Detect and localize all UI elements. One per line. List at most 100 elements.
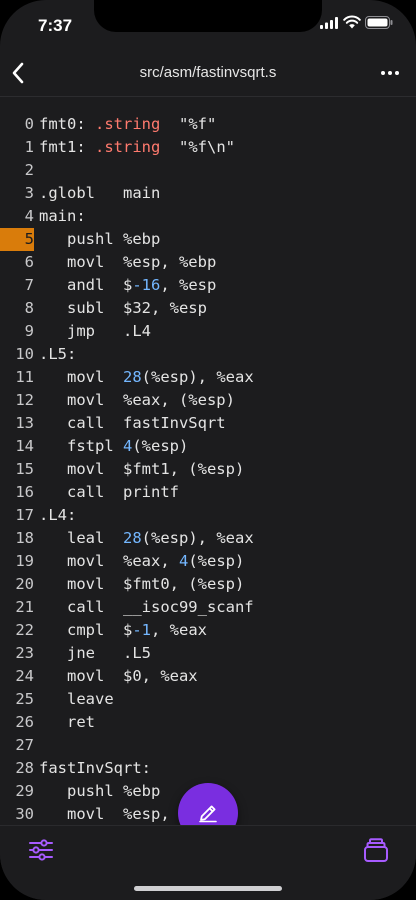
pencil-icon: [199, 805, 217, 823]
code-token: cmpl $: [39, 621, 133, 639]
ellipsis-icon[interactable]: [376, 62, 404, 84]
code-text: fastInvSqrt:: [39, 757, 151, 780]
code-token: "%f": [160, 115, 217, 133]
line-number: 16: [15, 483, 34, 501]
number-token: 28: [123, 368, 142, 386]
line-number: 7: [24, 276, 34, 294]
number-token: 4: [123, 437, 133, 455]
line-number: 25: [15, 690, 34, 708]
line-number: 20: [15, 575, 34, 593]
code-token: call fastInvSqrt: [39, 414, 226, 432]
code-line[interactable]: 22 cmpl $-1, %eax: [0, 619, 416, 642]
line-number: 19: [15, 552, 34, 570]
code-token: (%esp), %eax: [141, 368, 254, 386]
code-line[interactable]: 10 .L5:: [0, 343, 416, 366]
code-line[interactable]: 25 leave: [0, 688, 416, 711]
code-line[interactable]: 1 fmt1: .string "%f\n": [0, 136, 416, 159]
line-number: 27: [15, 736, 34, 754]
code-token: leave: [39, 690, 114, 708]
code-text: movl 28(%esp), %eax: [39, 366, 254, 389]
code-line[interactable]: 11 movl 28(%esp), %eax: [0, 366, 416, 389]
code-text: .globl main: [39, 182, 160, 205]
code-token: "%f\n": [160, 138, 235, 156]
code-line[interactable]: 0 fmt0: .string "%f": [0, 113, 416, 136]
code-line[interactable]: 8 subl $32, %esp: [0, 297, 416, 320]
code-line[interactable]: 18 leal 28(%esp), %eax: [0, 527, 416, 550]
code-token: movl $fmt1, (%esp): [39, 460, 245, 478]
code-token: (%esp): [188, 552, 245, 570]
line-number: 1: [24, 138, 34, 156]
code-token: pushl %ebp: [39, 782, 161, 800]
code-line[interactable]: 13 call fastInvSqrt: [0, 412, 416, 435]
status-time: 7:37: [38, 16, 73, 35]
line-number: 17: [15, 506, 34, 524]
code-line[interactable]: 14 fstpl 4(%esp): [0, 435, 416, 458]
code-line[interactable]: 28 fastInvSqrt:: [0, 757, 416, 780]
stack-icon[interactable]: [362, 836, 390, 864]
line-number: 26: [15, 713, 34, 731]
code-line[interactable]: 24 movl $0, %eax: [0, 665, 416, 688]
code-token: (%esp), %eax: [141, 529, 254, 547]
code-line[interactable]: 6 movl %esp, %ebp: [0, 251, 416, 274]
file-path-title: src/asm/fastinvsqrt.s: [139, 64, 277, 81]
code-text: call fastInvSqrt: [39, 412, 226, 435]
code-line[interactable]: 12 movl %eax, (%esp): [0, 389, 416, 412]
code-text: .L5:: [39, 343, 76, 366]
bottom-toolbar: [0, 825, 416, 900]
code-line[interactable]: 21 call __isoc99_scanf: [0, 596, 416, 619]
code-token: , %esp: [160, 276, 217, 294]
code-token: subl $32, %esp: [39, 299, 207, 317]
battery-icon: [365, 16, 393, 29]
code-line[interactable]: 27: [0, 734, 416, 757]
navigation-bar: src/asm/fastinvsqrt.s: [0, 50, 416, 97]
line-number: 10: [15, 345, 34, 363]
code-line[interactable]: 16 call printf: [0, 481, 416, 504]
code-text: movl %eax, 4(%esp): [39, 550, 244, 573]
code-line[interactable]: 2: [0, 159, 416, 182]
code-token: .L5:: [39, 345, 77, 363]
signal-icon: [320, 17, 338, 29]
code-token: fmt0:: [39, 115, 95, 133]
code-text: movl $fmt1, (%esp): [39, 458, 244, 481]
line-number: 9: [24, 322, 34, 340]
code-line[interactable]: 17 .L4:: [0, 504, 416, 527]
code-text: subl $32, %esp: [39, 297, 207, 320]
home-indicator: [134, 886, 282, 891]
line-number: 13: [15, 414, 34, 432]
code-line[interactable]: 23 jne .L5: [0, 642, 416, 665]
keyword-token: .string: [95, 138, 161, 156]
code-line[interactable]: 19 movl %eax, 4(%esp): [0, 550, 416, 573]
code-line[interactable]: 15 movl $fmt1, (%esp): [0, 458, 416, 481]
sliders-icon[interactable]: [28, 838, 54, 862]
line-number: 18: [15, 529, 34, 547]
code-line[interactable]: 4 main:: [0, 205, 416, 228]
code-token: jmp .L4: [39, 322, 151, 340]
code-line[interactable]: 26 ret: [0, 711, 416, 734]
code-line[interactable]: 7 andl $-16, %esp: [0, 274, 416, 297]
line-number: 28: [15, 759, 34, 777]
code-token: ret: [39, 713, 95, 731]
code-text: leave: [39, 688, 114, 711]
number-token: -16: [132, 276, 161, 294]
code-token: leal: [39, 529, 123, 547]
code-line[interactable]: 9 jmp .L4: [0, 320, 416, 343]
code-line[interactable]: 5 pushl %ebp: [0, 228, 416, 251]
code-line[interactable]: 3 .globl main: [0, 182, 416, 205]
code-token: fstpl: [39, 437, 123, 455]
code-line[interactable]: 20 movl $fmt0, (%esp): [0, 573, 416, 596]
code-token: movl $0, %eax: [39, 667, 198, 685]
code-token: fastInvSqrt:: [39, 759, 151, 777]
line-number: 5: [0, 228, 34, 251]
line-number: 29: [15, 782, 34, 800]
line-number: 6: [24, 253, 34, 271]
code-text: call printf: [39, 481, 179, 504]
code-text: fmt0: .string "%f": [39, 113, 216, 136]
code-editor[interactable]: 0 fmt0: .string "%f" 1 fmt1: .string "%f\n"…: [0, 113, 416, 825]
status-bar: 7:37: [0, 0, 416, 50]
keyword-token: .string: [95, 115, 161, 133]
code-token: (%esp): [132, 437, 189, 455]
code-token: movl: [39, 368, 123, 386]
code-text: movl %eax, (%esp): [39, 389, 235, 412]
line-number: 15: [15, 460, 34, 478]
code-token: .globl main: [39, 184, 161, 202]
